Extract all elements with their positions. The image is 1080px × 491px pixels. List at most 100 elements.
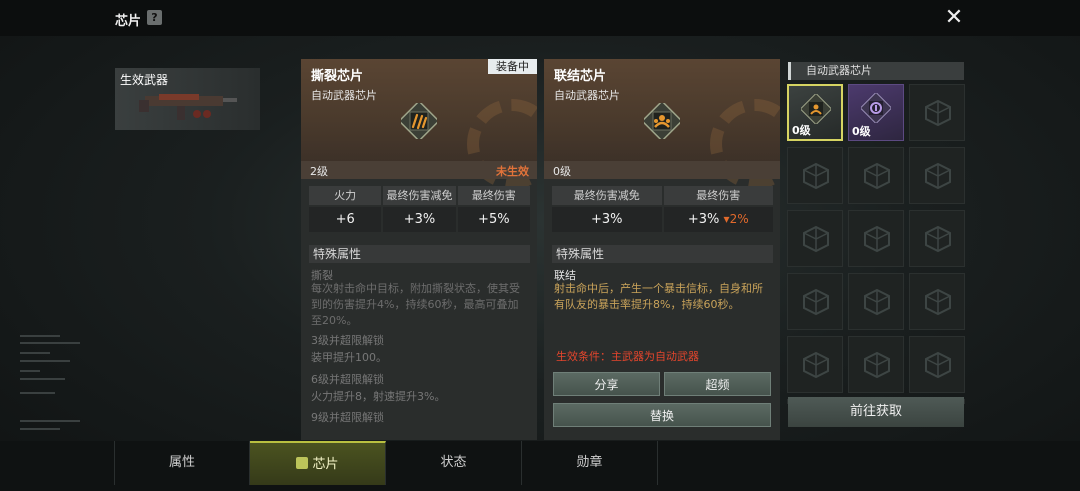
- tab-label: 芯片: [312, 457, 339, 472]
- inventory-slot-empty[interactable]: [848, 147, 904, 204]
- chip-link-icon: [644, 103, 680, 139]
- unlock-desc: 火力提升8，射速提升3%。: [311, 390, 446, 403]
- tab-attributes[interactable]: 属性: [114, 441, 250, 485]
- help-button[interactable]: ?: [147, 10, 162, 25]
- chip-card-tear: 撕裂芯片 自动武器芯片 装备中 2级 未生效 火力 +6 最终伤害减免 +3% …: [301, 59, 537, 440]
- stat-name: 火力: [309, 186, 382, 205]
- tab-label: 属性: [168, 455, 195, 470]
- inventory-slot-empty[interactable]: [848, 273, 904, 330]
- inventory-slot-empty[interactable]: [909, 336, 965, 393]
- unlock-desc: 装甲提升100。: [311, 351, 387, 364]
- chip-claw-icon: [401, 103, 437, 139]
- empty-slot-icon: [925, 351, 951, 379]
- unlock-title: 6级并超限解锁: [311, 373, 384, 386]
- chip-stats: 最终伤害减免 +3% 最终伤害 +3% ▾2%: [552, 186, 773, 232]
- tab-label: 勋章: [576, 455, 603, 470]
- unlock-title: 3级并超限解锁: [311, 334, 384, 347]
- chip-card-header: 联结芯片 自动武器芯片: [544, 59, 780, 189]
- empty-slot-icon: [864, 351, 890, 379]
- chip-level: 0级: [553, 165, 571, 178]
- effect-condition: 生效条件：主武器为自动武器: [556, 350, 699, 363]
- special-description: 每次射击命中目标，附加撕裂状态，使其受到的伤害提升4%，持续60秒，最高可叠加至…: [311, 282, 520, 327]
- stat-drop: ▾2%: [723, 212, 749, 226]
- weapon-image: [139, 94, 237, 120]
- empty-slot-icon: [803, 225, 829, 253]
- empty-slot-icon: [925, 225, 951, 253]
- inventory-slot-empty[interactable]: [787, 273, 843, 330]
- inventory-grid: 0级 0级: [787, 84, 967, 404]
- chip-type: 自动武器芯片: [554, 89, 620, 102]
- overclock-button[interactable]: 超频: [664, 372, 771, 396]
- inventory-slot-chip-purple[interactable]: 0级: [848, 84, 904, 141]
- stat-final-damage: 最终伤害 +5%: [457, 186, 530, 232]
- stat-value: +3%: [687, 212, 720, 227]
- stat-damage-reduction: 最终伤害减免 +3%: [383, 186, 456, 232]
- slot-level: 0级: [792, 124, 811, 137]
- tab-status[interactable]: 状态: [386, 441, 522, 485]
- decorative-hud-text: [20, 335, 80, 430]
- close-button[interactable]: ✕: [944, 7, 964, 29]
- chip-purple-icon: [861, 93, 891, 123]
- inventory-header: 自动武器芯片: [788, 62, 964, 80]
- chip-level: 2级: [310, 165, 328, 178]
- chip-name: 联结芯片: [554, 69, 607, 84]
- inventory-slot-empty[interactable]: [787, 147, 843, 204]
- top-bar: 芯片 ? ✕: [0, 0, 1080, 36]
- stat-name: 最终伤害: [663, 186, 773, 205]
- stat-value-with-drop: +3% ▾2%: [663, 207, 773, 232]
- page-title: 芯片: [115, 14, 142, 29]
- equipped-badge: 装备中: [488, 59, 537, 74]
- inventory-slot-empty[interactable]: [909, 273, 965, 330]
- chip-level-bar: 2级 未生效: [301, 161, 537, 179]
- inventory-slot-empty[interactable]: [909, 84, 965, 141]
- chip-name: 撕裂芯片: [311, 69, 364, 84]
- stat-value: +3%: [383, 207, 456, 232]
- stat-value: +6: [309, 207, 382, 232]
- go-obtain-button[interactable]: 前往获取: [788, 397, 964, 427]
- stat-final-damage: 最终伤害 +3% ▾2%: [663, 186, 773, 232]
- chip-level-bar: 0级: [544, 161, 780, 179]
- special-attributes-header: 特殊属性: [552, 245, 773, 263]
- empty-slot-icon: [925, 288, 951, 316]
- special-description: 射击命中后，产生一个暴击信标，自身和所有队友的暴击率提升8%，持续60秒。: [554, 282, 763, 311]
- inventory-slot-empty[interactable]: [909, 210, 965, 267]
- empty-slot-icon: [864, 162, 890, 190]
- chip-orange-icon: [801, 94, 831, 124]
- stat-value: +3%: [552, 207, 662, 232]
- empty-slot-icon: [864, 225, 890, 253]
- special-attributes-header: 特殊属性: [309, 245, 530, 263]
- stat-name: 最终伤害减免: [383, 186, 456, 205]
- share-button[interactable]: 分享: [553, 372, 660, 396]
- empty-slot-icon: [803, 162, 829, 190]
- chip-card-link: 联结芯片 自动武器芯片 0级 最终伤害减免 +3% 最终伤害 +3% ▾2% 特…: [544, 59, 780, 440]
- chip-tab-icon: [296, 457, 309, 469]
- chip-type: 自动武器芯片: [311, 89, 377, 102]
- chip-stats: 火力 +6 最终伤害减免 +3% 最终伤害 +5%: [309, 186, 530, 232]
- replace-button[interactable]: 替换: [553, 403, 771, 427]
- bottom-navigation: 属性 芯片 状态 勋章: [0, 441, 1080, 491]
- inventory-slot-empty[interactable]: [787, 210, 843, 267]
- stat-name: 最终伤害: [457, 186, 530, 205]
- empty-slot-icon: [803, 351, 829, 379]
- inventory-slot-empty[interactable]: [848, 210, 904, 267]
- empty-slot-icon: [925, 162, 951, 190]
- tab-chips[interactable]: 芯片: [250, 441, 386, 485]
- stat-damage-reduction: 最终伤害减免 +3%: [552, 186, 662, 232]
- stat-name: 最终伤害减免: [552, 186, 662, 205]
- stat-value: +5%: [457, 207, 530, 232]
- slot-level: 0级: [852, 125, 871, 138]
- inventory-slot-empty[interactable]: [909, 147, 965, 204]
- active-weapon-card[interactable]: 生效武器: [115, 68, 260, 130]
- inventory-slot-empty[interactable]: [787, 336, 843, 393]
- chip-status: 未生效: [496, 165, 529, 178]
- inventory-slot-empty[interactable]: [848, 336, 904, 393]
- tab-medals[interactable]: 勋章: [522, 441, 658, 485]
- empty-slot-icon: [864, 288, 890, 316]
- weapon-label: 生效武器: [120, 73, 169, 87]
- empty-slot-icon: [803, 288, 829, 316]
- chip-card-header: 撕裂芯片 自动武器芯片 装备中: [301, 59, 537, 189]
- empty-slot-icon: [925, 99, 951, 127]
- tab-label: 状态: [440, 455, 467, 470]
- unlock-title: 9级并超限解锁: [311, 411, 384, 424]
- inventory-slot-chip-orange[interactable]: 0级: [787, 84, 843, 141]
